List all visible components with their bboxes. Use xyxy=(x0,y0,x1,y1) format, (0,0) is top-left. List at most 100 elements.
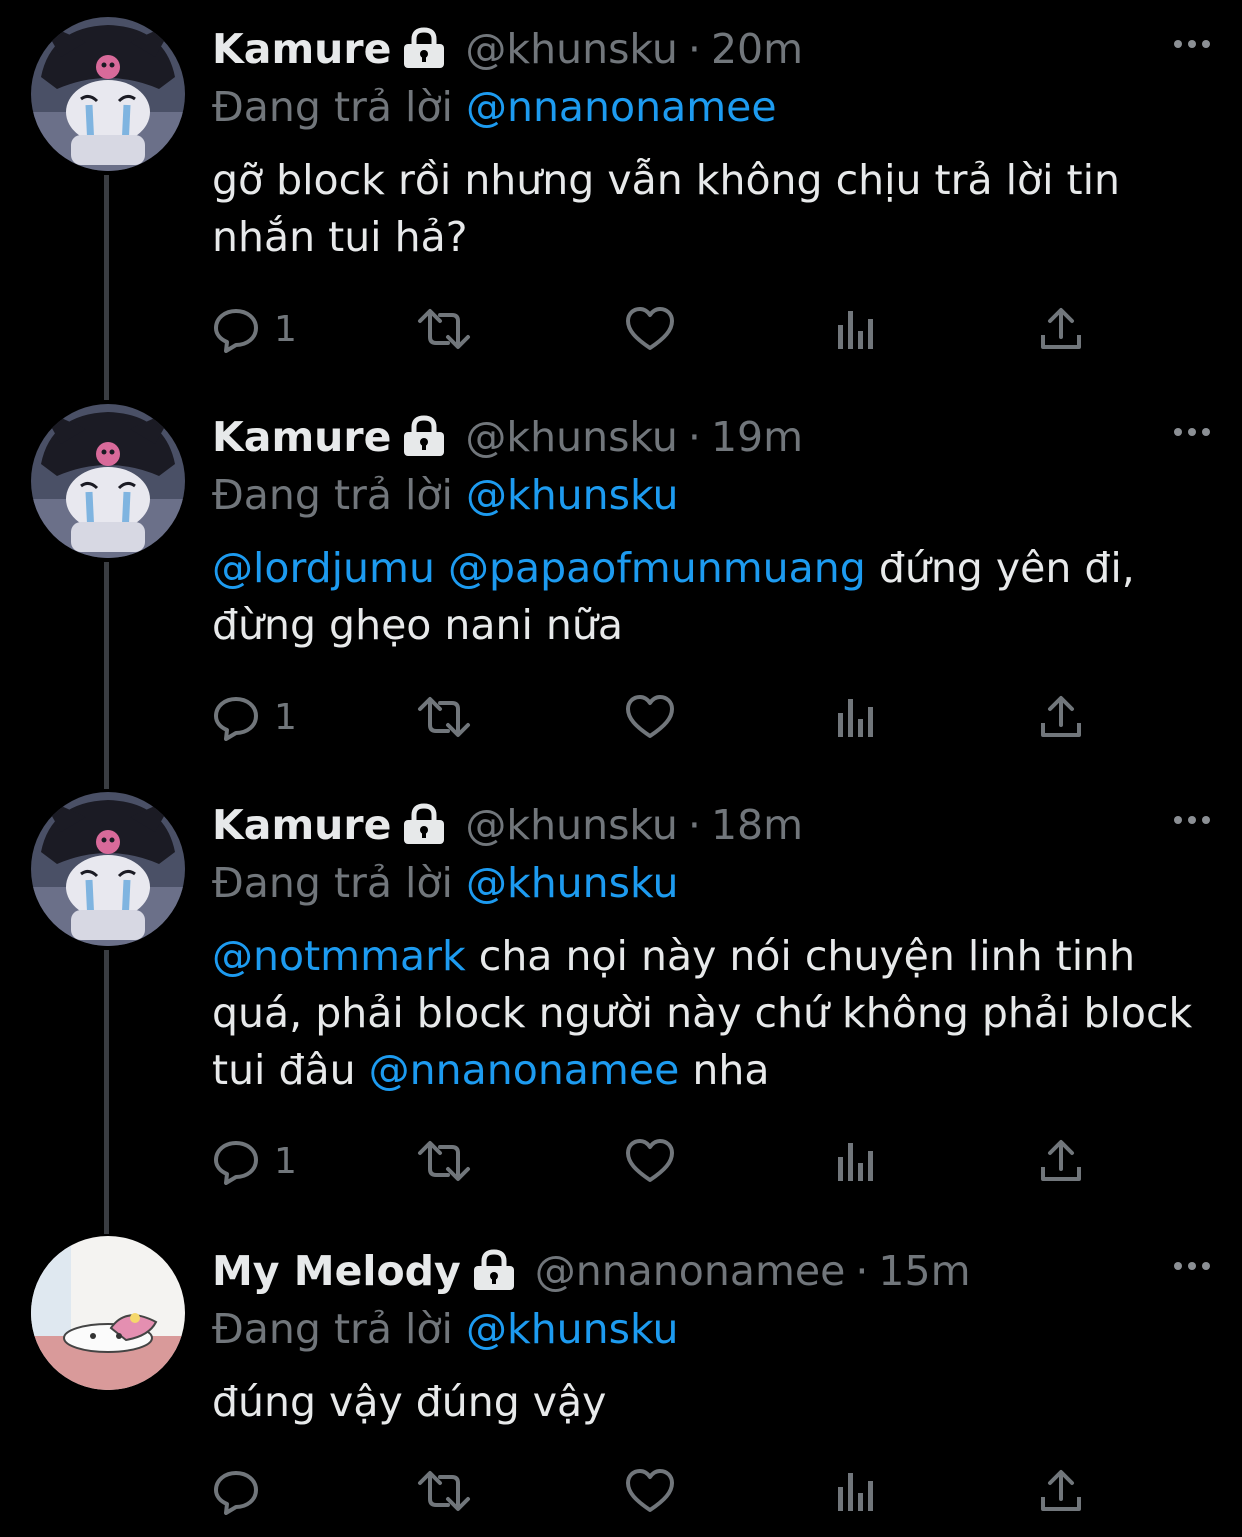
like-icon xyxy=(625,1468,675,1514)
avatar[interactable] xyxy=(31,404,185,558)
views-button[interactable] xyxy=(836,1136,876,1186)
retweet-button[interactable] xyxy=(416,692,472,742)
lock-icon xyxy=(401,803,447,858)
avatar[interactable] xyxy=(31,792,185,946)
share-button[interactable] xyxy=(1040,692,1082,742)
replying-to-mention[interactable]: @khunsku xyxy=(466,471,679,519)
handle[interactable]: @khunsku xyxy=(465,801,678,849)
like-button[interactable] xyxy=(625,304,675,354)
handle[interactable]: @nnanonamee xyxy=(535,1247,846,1295)
kuromi-avatar-image xyxy=(31,792,185,946)
mention-link[interactable]: @papaofmunmuang xyxy=(448,544,866,592)
avatar[interactable] xyxy=(31,1236,185,1390)
share-button[interactable] xyxy=(1040,304,1082,354)
tweet[interactable]: My Melody @nnanonamee · 15m Đang trả lời @k… xyxy=(0,1222,1242,1537)
views-button[interactable] xyxy=(836,1466,876,1516)
mention-link[interactable]: @nnanonamee xyxy=(369,1046,680,1094)
more-icon[interactable] xyxy=(1172,810,1212,830)
like-button[interactable] xyxy=(625,1136,675,1186)
retweet-button[interactable] xyxy=(416,1466,472,1516)
action-bar: 1 xyxy=(212,1136,1092,1186)
tweet-header: Kamure @khunsku · 18m xyxy=(212,798,803,852)
retweet-icon xyxy=(416,695,472,739)
replying-to: Đang trả lời @nnanonamee xyxy=(212,80,777,134)
more-icon[interactable] xyxy=(1172,1256,1212,1276)
reply-count: 1 xyxy=(274,1140,297,1182)
replying-to: Đang trả lời @khunsku xyxy=(212,856,678,910)
views-icon xyxy=(836,695,876,739)
lock-icon xyxy=(401,27,447,82)
tweet[interactable]: Kamure @khunsku · 20m Đang trả lời @nnanona… xyxy=(0,0,1242,388)
replying-to-label: Đang trả lời xyxy=(212,859,453,907)
timestamp[interactable]: 19m xyxy=(711,413,803,461)
handle[interactable]: @khunsku xyxy=(465,413,678,461)
more-icon[interactable] xyxy=(1172,422,1212,442)
lock-icon xyxy=(471,1249,517,1304)
reply-count: 1 xyxy=(274,308,297,350)
action-bar: 1 xyxy=(212,692,1092,742)
my-melody-avatar-image xyxy=(31,1236,185,1390)
tweet-text: gỡ block rồi nhưng vẫn không chịu trả lờ… xyxy=(212,152,1202,266)
share-button[interactable] xyxy=(1040,1466,1082,1516)
replying-to-label: Đang trả lời xyxy=(212,83,453,131)
reply-button[interactable]: 1 xyxy=(212,1136,297,1186)
replying-to-mention[interactable]: @nnanonamee xyxy=(466,83,777,131)
views-icon xyxy=(836,1469,876,1513)
reply-button[interactable] xyxy=(212,1466,274,1516)
tweet-text-segment: đúng vậy đúng vậy xyxy=(212,1378,607,1426)
tweet-text-segment xyxy=(435,544,448,592)
tweet-header: Kamure @khunsku · 20m xyxy=(212,22,803,76)
timestamp[interactable]: 15m xyxy=(878,1247,970,1295)
separator-dot: · xyxy=(687,801,701,849)
views-button[interactable] xyxy=(836,692,876,742)
tweet[interactable]: Kamure @khunsku · 19m Đang trả lời @khunsku… xyxy=(0,388,1242,776)
like-icon xyxy=(625,694,675,740)
display-name[interactable]: Kamure xyxy=(212,801,391,849)
replying-to-mention[interactable]: @khunsku xyxy=(466,1305,679,1353)
like-button[interactable] xyxy=(625,1466,675,1516)
share-icon xyxy=(1040,695,1082,739)
display-name[interactable]: My Melody xyxy=(212,1247,461,1295)
retweet-icon xyxy=(416,1469,472,1513)
replying-to: Đang trả lời @khunsku xyxy=(212,468,678,522)
reply-icon xyxy=(212,1467,260,1515)
separator-dot: · xyxy=(855,1247,869,1295)
share-icon xyxy=(1040,1469,1082,1513)
share-button[interactable] xyxy=(1040,1136,1082,1186)
retweet-button[interactable] xyxy=(416,1136,472,1186)
more-icon[interactable] xyxy=(1172,34,1212,54)
like-button[interactable] xyxy=(625,692,675,742)
views-button[interactable] xyxy=(836,304,876,354)
tweet-text: @lordjumu @papaofmunmuang đứng yên đi, đ… xyxy=(212,540,1202,654)
replying-to-label: Đang trả lời xyxy=(212,1305,453,1353)
handle[interactable]: @khunsku xyxy=(465,25,678,73)
replying-to-mention[interactable]: @khunsku xyxy=(466,859,679,907)
replying-to: Đang trả lời @khunsku xyxy=(212,1302,678,1356)
reply-icon xyxy=(212,305,260,353)
reply-icon xyxy=(212,1137,260,1185)
reply-button[interactable]: 1 xyxy=(212,304,297,354)
like-icon xyxy=(625,306,675,352)
timestamp[interactable]: 18m xyxy=(711,801,803,849)
tweet-header: Kamure @khunsku · 19m xyxy=(212,410,803,464)
mention-link[interactable]: @notmmark xyxy=(212,932,466,980)
mention-link[interactable]: @lordjumu xyxy=(212,544,435,592)
retweet-icon xyxy=(416,307,472,351)
share-icon xyxy=(1040,307,1082,351)
replying-to-label: Đang trả lời xyxy=(212,471,453,519)
action-bar: 1 xyxy=(212,304,1092,354)
display-name[interactable]: Kamure xyxy=(212,413,391,461)
views-icon xyxy=(836,307,876,351)
retweet-button[interactable] xyxy=(416,304,472,354)
reply-button[interactable]: 1 xyxy=(212,692,297,742)
tweet-text: đúng vậy đúng vậy xyxy=(212,1374,1202,1431)
timestamp[interactable]: 20m xyxy=(711,25,803,73)
retweet-icon xyxy=(416,1139,472,1183)
tweet-header: My Melody @nnanonamee · 15m xyxy=(212,1244,971,1298)
tweet-text-segment: gỡ block rồi nhưng vẫn không chịu trả lờ… xyxy=(212,156,1120,261)
avatar[interactable] xyxy=(31,17,185,171)
share-icon xyxy=(1040,1139,1082,1183)
display-name[interactable]: Kamure xyxy=(212,25,391,73)
tweet[interactable]: Kamure @khunsku · 18m Đang trả lời @khunsku… xyxy=(0,776,1242,1222)
like-icon xyxy=(625,1138,675,1184)
